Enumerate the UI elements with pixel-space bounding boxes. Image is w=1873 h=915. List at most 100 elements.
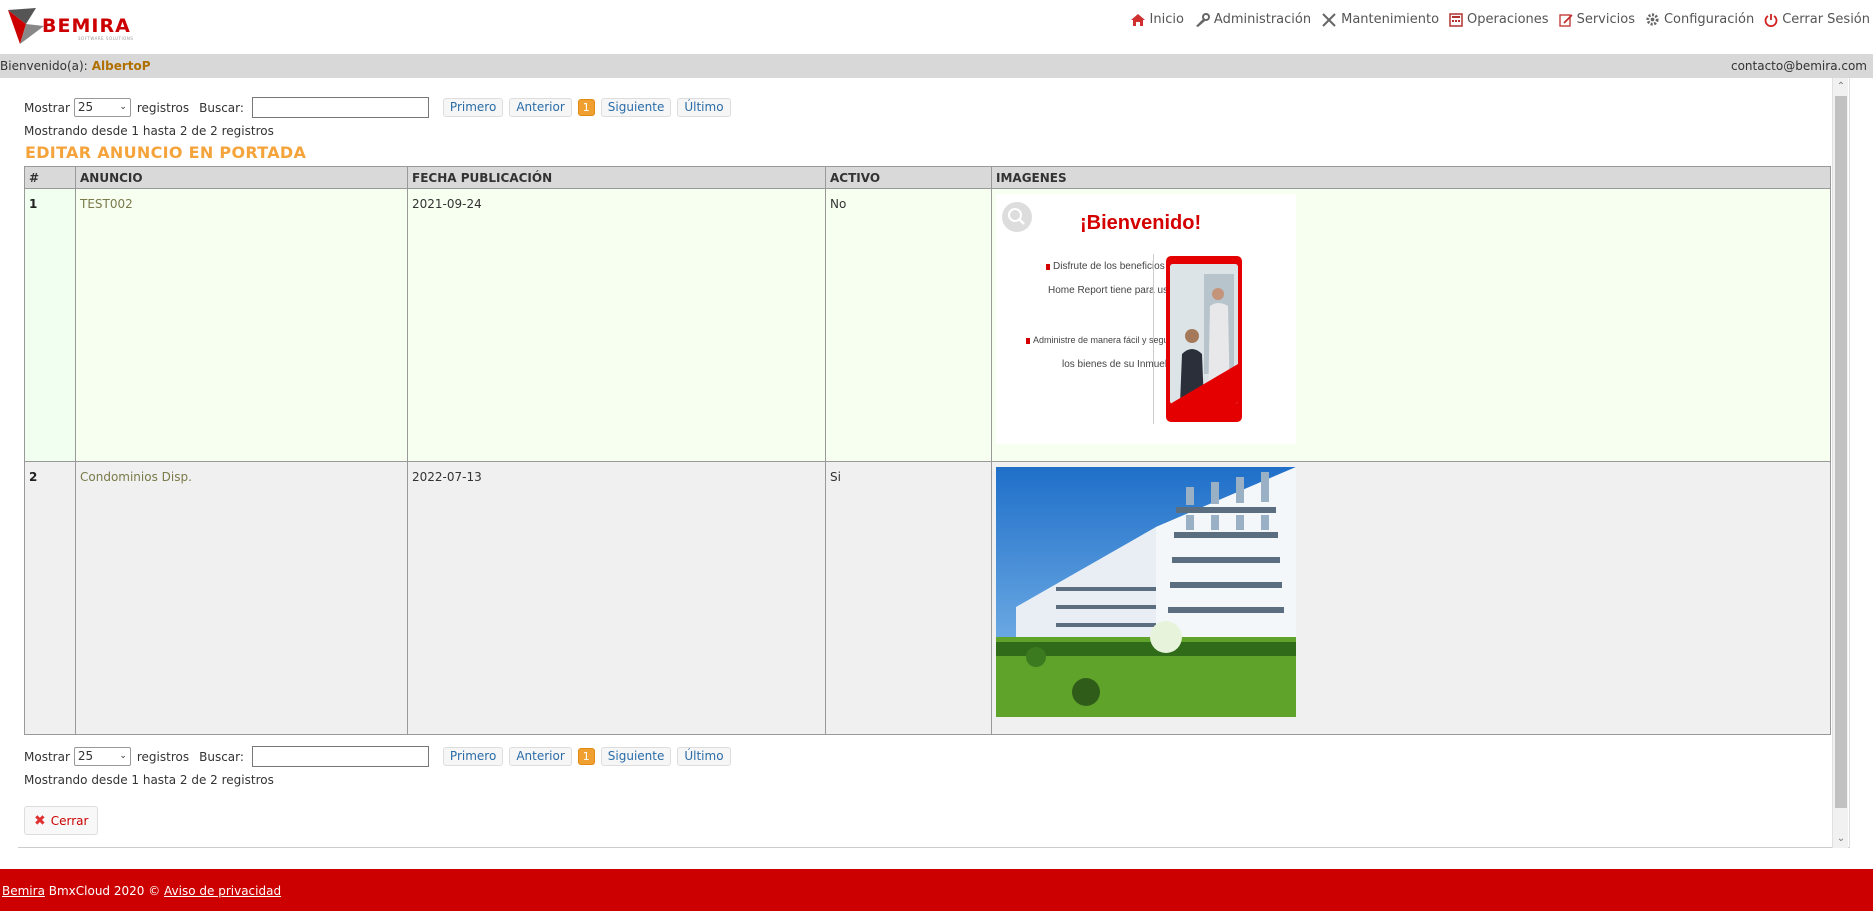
show-label: Mostrar	[24, 100, 70, 115]
next-page-button[interactable]: Siguiente	[600, 747, 672, 766]
image-text: Administre de manera fácil y segura	[1033, 335, 1177, 345]
fecha-cell: 2022-07-13	[407, 461, 826, 735]
contact-email: contacto@bemira.com	[1730, 59, 1867, 73]
column-header-num[interactable]: #	[24, 166, 76, 189]
main-nav: Inicio Administración Mantenimiento Oper…	[1120, 12, 1870, 27]
power-icon	[1764, 13, 1778, 27]
search-input[interactable]	[251, 746, 429, 767]
page-title: EDITAR ANUNCIO EN PORTADA	[25, 143, 307, 162]
records-label: registros	[136, 749, 190, 764]
scroll-down-icon[interactable]: ⌄	[1836, 834, 1846, 844]
show-label: Mostrar	[24, 749, 70, 764]
close-icon: ✖	[34, 812, 46, 829]
table-controls-top: Mostrar 25 ⌄ registros Buscar: Primero An…	[24, 97, 737, 118]
footer-copyright: BmxCloud 2020 ©	[44, 884, 165, 898]
nav-inicio[interactable]: Inicio	[1130, 12, 1184, 27]
page-size-select[interactable]: 25 ⌄	[73, 747, 131, 766]
imagen-cell	[991, 461, 1831, 735]
anuncio-link[interactable]: Condominios Disp.	[80, 470, 192, 484]
nav-label: Administración	[1213, 12, 1312, 27]
search-label: Buscar:	[199, 100, 244, 115]
column-header-fecha[interactable]: FECHA PUBLICACIÓN	[407, 166, 826, 189]
bullet-icon	[1026, 338, 1030, 344]
first-page-button[interactable]: Primero	[442, 98, 504, 117]
edit-icon	[1558, 13, 1573, 27]
vertical-scrollbar[interactable]: ⌃ ⌄	[1832, 78, 1848, 848]
content-panel: Mostrar 25 ⌄ registros Buscar: Primero An…	[18, 78, 1850, 848]
column-header-anuncio[interactable]: ANUNCIO	[75, 166, 408, 189]
image-text: los bienes de su Inmueble.	[1062, 359, 1181, 370]
logo-subtitle: SOFTWARE SOLUTIONS	[78, 36, 134, 41]
image-text: Home Report tiene para usted.	[1048, 285, 1185, 296]
next-page-button[interactable]: Siguiente	[600, 98, 672, 117]
wrench-icon	[1195, 12, 1210, 27]
ads-table: # ANUNCIO FECHA PUBLICACIÓN ACTIVO IMAGE…	[24, 166, 1831, 735]
chevron-down-icon: ⌄	[119, 751, 127, 761]
anuncio-cell: Condominios Disp.	[75, 461, 408, 735]
previous-page-button[interactable]: Anterior	[509, 747, 572, 766]
anuncio-link[interactable]: TEST002	[80, 197, 133, 211]
brochure-image	[1166, 256, 1242, 422]
welcome-prefix: Bienvenido(a):	[0, 59, 88, 73]
welcome-message: Bienvenido(a): AlbertoP	[0, 59, 151, 73]
table-row[interactable]: 2 Condominios Disp. 2022-07-13 Si	[24, 461, 1831, 735]
zoom-icon[interactable]	[1002, 202, 1032, 232]
divider	[1153, 254, 1154, 424]
imagen-cell: ¡Bienvenido! Disfrute de los beneficios …	[991, 188, 1831, 462]
first-page-button[interactable]: Primero	[442, 747, 504, 766]
column-header-imagenes[interactable]: IMAGENES	[991, 166, 1831, 189]
logo-text: BEMIRA	[42, 15, 131, 37]
row-number: 2	[24, 461, 76, 735]
nav-administracion[interactable]: Administración	[1194, 12, 1311, 27]
footer-brand-link[interactable]: Bemira	[2, 884, 45, 898]
ad-image-condominios[interactable]	[996, 467, 1296, 717]
records-label: registros	[136, 100, 190, 115]
image-text: Disfrute de los beneficios que	[1053, 261, 1185, 272]
nav-label: Servicios	[1576, 12, 1635, 27]
page-size-select[interactable]: 25 ⌄	[73, 98, 131, 117]
logo-star-icon	[8, 8, 44, 44]
previous-page-button[interactable]: Anterior	[509, 98, 572, 117]
welcome-bar: Bienvenido(a): AlbertoP contacto@bemira.c…	[0, 54, 1873, 78]
scroll-up-icon[interactable]: ⌃	[1836, 82, 1846, 92]
activo-cell: Si	[825, 461, 992, 735]
gear-icon	[1646, 13, 1659, 26]
nav-servicios[interactable]: Servicios	[1558, 12, 1635, 27]
last-page-button[interactable]: Último	[677, 747, 731, 766]
nav-mantenimiento[interactable]: Mantenimiento	[1321, 12, 1439, 27]
calculator-icon	[1449, 12, 1463, 27]
search-input[interactable]	[251, 97, 429, 118]
table-controls-bottom: Mostrar 25 ⌄ registros Buscar: Primero An…	[24, 746, 737, 767]
privacy-link[interactable]: Aviso de privacidad	[164, 884, 281, 898]
close-label: Cerrar	[50, 813, 89, 828]
header: BEMIRA SOFTWARE SOLUTIONS Inicio Adminis…	[0, 0, 1873, 54]
ad-image-welcome[interactable]: ¡Bienvenido! Disfrute de los beneficios …	[996, 194, 1296, 444]
current-page-button[interactable]: 1	[577, 748, 595, 765]
nav-operaciones[interactable]: Operaciones	[1449, 12, 1549, 27]
last-page-button[interactable]: Último	[677, 98, 731, 117]
nav-cerrar-sesion[interactable]: Cerrar Sesión	[1764, 12, 1870, 27]
nav-label: Inicio	[1149, 12, 1184, 27]
building-photo	[996, 467, 1296, 717]
row-number: 1	[24, 188, 76, 462]
search-label: Buscar:	[199, 749, 244, 764]
close-button[interactable]: ✖ Cerrar	[24, 806, 99, 835]
tools-icon	[1322, 12, 1336, 27]
current-page-button[interactable]: 1	[577, 99, 595, 116]
anuncio-cell: TEST002	[75, 188, 408, 462]
bullet-icon	[1046, 264, 1050, 270]
welcome-user: AlbertoP	[91, 59, 151, 73]
fecha-cell: 2021-09-24	[407, 188, 826, 462]
table-row[interactable]: 1 TEST002 2021-09-24 No ¡Bienvenido! Dis…	[24, 188, 1831, 462]
chevron-down-icon: ⌄	[119, 102, 127, 112]
column-header-activo[interactable]: ACTIVO	[825, 166, 992, 189]
footer-text: Bemira BmxCloud 2020 © Aviso de privacid…	[2, 884, 281, 898]
nav-label: Cerrar Sesión	[1782, 12, 1870, 27]
bemira-logo[interactable]: BEMIRA SOFTWARE SOLUTIONS	[6, 4, 136, 50]
home-icon	[1130, 13, 1145, 26]
nav-label: Operaciones	[1467, 12, 1549, 27]
nav-label: Mantenimiento	[1341, 12, 1440, 27]
scroll-thumb[interactable]	[1835, 96, 1847, 808]
table-header-row: # ANUNCIO FECHA PUBLICACIÓN ACTIVO IMAGE…	[24, 166, 1831, 189]
nav-configuracion[interactable]: Configuración	[1645, 12, 1754, 27]
